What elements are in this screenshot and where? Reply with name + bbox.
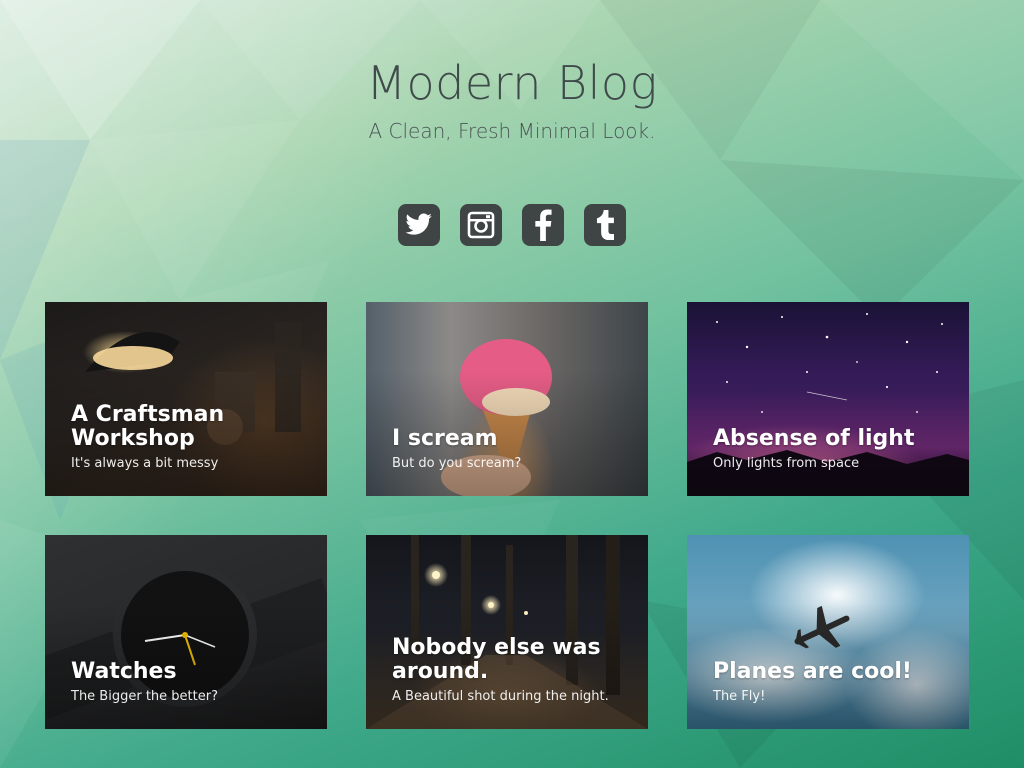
card-text: I scream But do you scream?: [392, 427, 632, 472]
card-text: Absense of light Only lights from space: [713, 427, 953, 472]
post-card-planes[interactable]: Planes are cool! The Fly!: [687, 535, 969, 729]
post-subtitle: The Bigger the better?: [71, 689, 218, 704]
social-links: [0, 204, 1024, 246]
post-title: I scream: [392, 426, 498, 451]
post-card-icecream[interactable]: I scream But do you scream?: [366, 302, 648, 496]
posts-grid: A Craftsman Workshop It's always a bit m…: [45, 302, 969, 729]
facebook-link[interactable]: [522, 204, 564, 246]
card-text: Watches The Bigger the better?: [71, 660, 311, 705]
twitter-link[interactable]: [398, 204, 440, 246]
post-subtitle: A Beautiful shot during the night.: [392, 689, 609, 704]
post-subtitle: The Fly!: [713, 689, 766, 704]
instagram-icon: [467, 211, 495, 239]
tumblr-link[interactable]: [584, 204, 626, 246]
instagram-link[interactable]: [460, 204, 502, 246]
site-tagline: A Clean, Fresh Minimal Look.: [368, 119, 656, 143]
post-subtitle: Only lights from space: [713, 456, 860, 471]
post-title: Nobody else was around.: [392, 635, 601, 684]
site-title[interactable]: Modern Blog: [0, 55, 1024, 111]
post-card-space[interactable]: Absense of light Only lights from space: [687, 302, 969, 496]
card-text: A Craftsman Workshop It's always a bit m…: [71, 403, 311, 472]
twitter-icon: [405, 213, 432, 235]
post-title: Watches: [71, 659, 177, 684]
tumblr-icon: [596, 210, 614, 240]
facebook-icon: [535, 209, 552, 241]
post-title: A Craftsman Workshop: [71, 402, 225, 451]
post-card-watches[interactable]: Watches The Bigger the better?: [45, 535, 327, 729]
post-title: Absense of light: [713, 426, 915, 451]
post-subtitle: It's always a bit messy: [71, 456, 219, 471]
post-title: Planes are cool!: [713, 659, 912, 684]
post-card-workshop[interactable]: A Craftsman Workshop It's always a bit m…: [45, 302, 327, 496]
blog-header: Modern Blog A Clean, Fresh Minimal Look.: [0, 55, 1024, 143]
post-subtitle: But do you scream?: [392, 456, 522, 471]
card-text: Planes are cool! The Fly!: [713, 660, 953, 705]
post-card-night[interactable]: Nobody else was around. A Beautiful shot…: [366, 535, 648, 729]
card-text: Nobody else was around. A Beautiful shot…: [392, 636, 632, 705]
